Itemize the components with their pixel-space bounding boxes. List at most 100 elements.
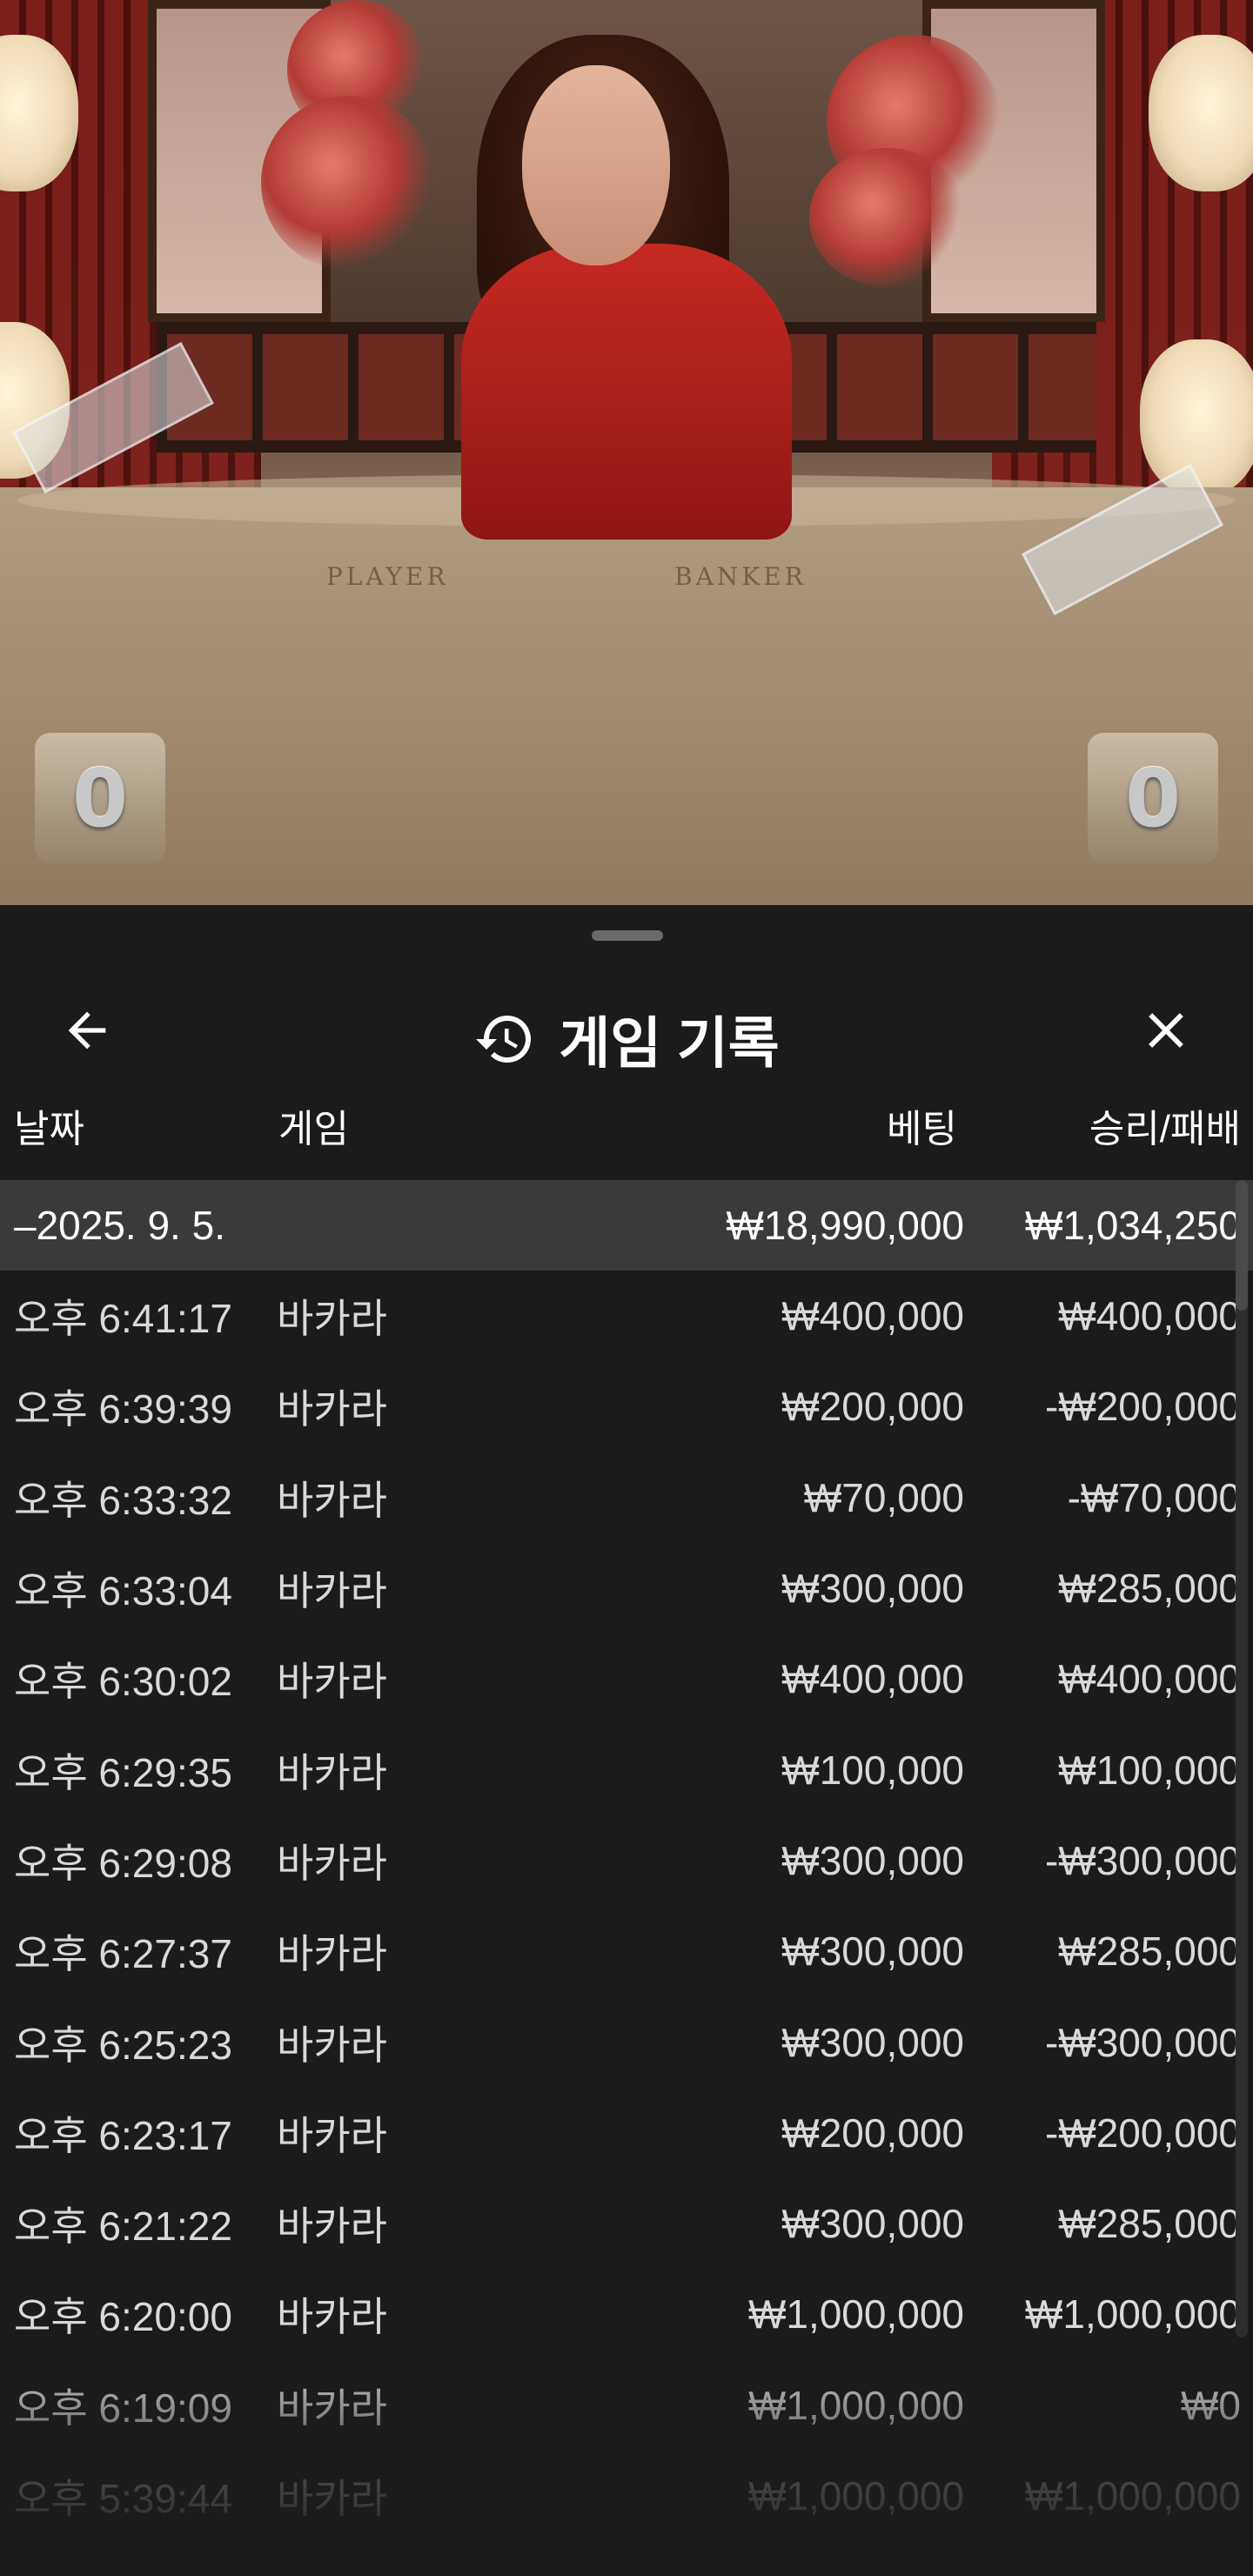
row-result: -₩200,000	[1044, 1384, 1241, 1430]
live-video-feed: PLAYER BANKER 0 0	[0, 0, 1253, 905]
row-bet: ₩200,000	[781, 1384, 964, 1430]
blossom-decoration	[261, 96, 435, 270]
row-time: 오후 6:27:37	[14, 1931, 232, 1977]
row-game: 바카라	[277, 1386, 387, 1432]
row-result: ₩0	[1181, 2382, 1241, 2428]
row-result: ₩1,000,000	[1024, 2291, 1241, 2338]
row-time: 오후 6:29:35	[14, 1749, 232, 1795]
row-game: 바카라	[277, 1477, 387, 1523]
row-bet: ₩400,000	[781, 1293, 964, 1339]
column-header-date: 날짜	[14, 1108, 84, 1150]
row-time: 오후 6:41:17	[14, 1296, 232, 1342]
row-time: 오후 6:33:04	[14, 1568, 232, 1614]
row-result: -₩300,000	[1044, 2019, 1241, 2065]
row-time: 오후 6:23:17	[14, 2112, 232, 2158]
history-row[interactable]: 오후 6:39:39 바카라 ₩200,000 -₩200,000	[0, 1361, 1253, 1452]
history-row[interactable]: 오후 6:41:17 바카라 ₩400,000 ₩400,000	[0, 1271, 1253, 1361]
row-time: 오후 6:30:02	[14, 1659, 232, 1705]
row-result: -₩300,000	[1044, 1837, 1241, 1883]
row-bet: ₩300,000	[781, 2201, 964, 2247]
row-result: ₩285,000	[1058, 1929, 1241, 1975]
row-bet: ₩400,000	[781, 1656, 964, 1702]
row-bet: ₩1,000,000	[747, 2473, 964, 2519]
player-table-label: PLAYER	[326, 562, 449, 591]
row-time: 오후 6:19:09	[14, 2385, 232, 2431]
history-row[interactable]: 오후 6:25:23 바카라 ₩300,000 -₩300,000	[0, 1996, 1253, 2087]
summary-date: –2025. 9. 5.	[14, 1203, 225, 1248]
close-button[interactable]	[1128, 992, 1204, 1069]
scrollbar-track[interactable]	[1236, 1180, 1248, 2338]
row-game: 바카라	[277, 2204, 387, 2250]
row-bet: ₩1,000,000	[747, 2382, 964, 2428]
row-bet: ₩70,000	[803, 1474, 964, 1520]
history-list: 오후 6:41:17 바카라 ₩400,000 ₩400,000 오후 6:39:39 바…	[0, 1271, 1253, 2541]
history-row[interactable]: 오후 6:29:08 바카라 ₩300,000 -₩300,000	[0, 1815, 1253, 1906]
row-time: 오후 6:33:32	[14, 1477, 232, 1523]
row-result: -₩70,000	[1067, 1474, 1241, 1520]
history-row[interactable]: 오후 6:30:02 바카라 ₩400,000 ₩400,000	[0, 1633, 1253, 1724]
row-result: -₩200,000	[1044, 2110, 1241, 2156]
row-game: 바카라	[277, 1659, 387, 1705]
player-score: 0	[35, 733, 165, 863]
drag-handle[interactable]	[592, 930, 663, 941]
column-header-game: 게임	[278, 1108, 349, 1150]
dealer-body	[461, 244, 792, 540]
column-header-bet: 베팅	[887, 1108, 957, 1150]
history-row[interactable]: 오후 6:23:17 바카라 ₩200,000 -₩200,000	[0, 2088, 1253, 2178]
row-game: 바카라	[277, 1931, 387, 1977]
row-game: 바카라	[277, 2022, 387, 2068]
column-header-result: 승리/패배	[1089, 1108, 1241, 1150]
row-result: ₩285,000	[1058, 1566, 1241, 1612]
scrollbar-thumb[interactable]	[1236, 1180, 1248, 1311]
summary-result-total: ₩1,034,250	[1024, 1203, 1241, 1248]
row-game: 바카라	[277, 2385, 387, 2431]
row-bet: ₩300,000	[781, 1929, 964, 1975]
row-result: ₩100,000	[1058, 1747, 1241, 1793]
row-bet: ₩300,000	[781, 2019, 964, 2065]
banker-score: 0	[1088, 733, 1218, 863]
blossom-decoration	[809, 148, 966, 287]
page-title: 게임 기록	[559, 1012, 780, 1075]
history-row[interactable]: 오후 6:20:00 바카라 ₩1,000,000 ₩1,000,000	[0, 2269, 1253, 2359]
summary-bet-total: ₩18,990,000	[726, 1203, 964, 1248]
row-bet: ₩300,000	[781, 1837, 964, 1883]
close-icon	[1149, 1013, 1183, 1048]
lantern-decoration	[1149, 35, 1253, 191]
sheet-title-group: 게임 기록	[0, 999, 1253, 1079]
row-game: 바카라	[277, 1568, 387, 1614]
row-game: 바카라	[277, 1840, 387, 1886]
row-time: 오후 6:29:08	[14, 1840, 232, 1886]
row-time: 오후 6:39:39	[14, 1386, 232, 1432]
row-time: 오후 5:39:44	[14, 2476, 232, 2521]
row-result: ₩400,000	[1058, 1293, 1241, 1339]
date-summary-row[interactable]: –2025. 9. 5. ₩18,990,000 ₩1,034,250	[0, 1180, 1253, 1271]
history-row[interactable]: 오후 6:33:04 바카라 ₩300,000 ₩285,000	[0, 1543, 1253, 1633]
row-game: 바카라	[277, 1296, 387, 1342]
dealer-face	[522, 65, 670, 265]
row-game: 바카라	[277, 1749, 387, 1795]
history-row[interactable]: 오후 5:39:44 바카라 ₩1,000,000 ₩1,000,000	[0, 2451, 1253, 2541]
history-clock-icon	[476, 1016, 532, 1063]
row-time: 오후 6:25:23	[14, 2022, 232, 2068]
row-bet: ₩1,000,000	[747, 2291, 964, 2338]
banker-table-label: BANKER	[674, 562, 807, 591]
history-row[interactable]: 오후 6:27:37 바카라 ₩300,000 ₩285,000	[0, 1906, 1253, 1996]
row-result: ₩1,000,000	[1024, 2473, 1241, 2519]
row-game: 바카라	[277, 2294, 387, 2340]
history-row[interactable]: 오후 6:33:32 바카라 ₩70,000 -₩70,000	[0, 1452, 1253, 1543]
history-row[interactable]: 오후 6:21:22 바카라 ₩300,000 ₩285,000	[0, 2178, 1253, 2269]
row-bet: ₩300,000	[781, 1566, 964, 1612]
game-history-sheet: 게임 기록 날짜 게임 베팅 승리/패배 –2025. 9. 5. ₩18,99…	[0, 905, 1253, 2576]
row-time: 오후 6:21:22	[14, 2204, 232, 2250]
row-game: 바카라	[277, 2476, 387, 2521]
row-result: ₩400,000	[1058, 1656, 1241, 1702]
row-bet: ₩200,000	[781, 2110, 964, 2156]
lantern-decoration	[1140, 339, 1253, 496]
row-bet: ₩100,000	[781, 1747, 964, 1793]
row-result: ₩285,000	[1058, 2201, 1241, 2247]
row-time: 오후 6:20:00	[14, 2294, 232, 2340]
history-row[interactable]: 오후 6:29:35 바카라 ₩100,000 ₩100,000	[0, 1724, 1253, 1815]
sheet-header: 게임 기록	[0, 957, 1253, 1123]
history-row[interactable]: 오후 6:19:09 바카라 ₩1,000,000 ₩0	[0, 2360, 1253, 2451]
row-game: 바카라	[277, 2112, 387, 2158]
